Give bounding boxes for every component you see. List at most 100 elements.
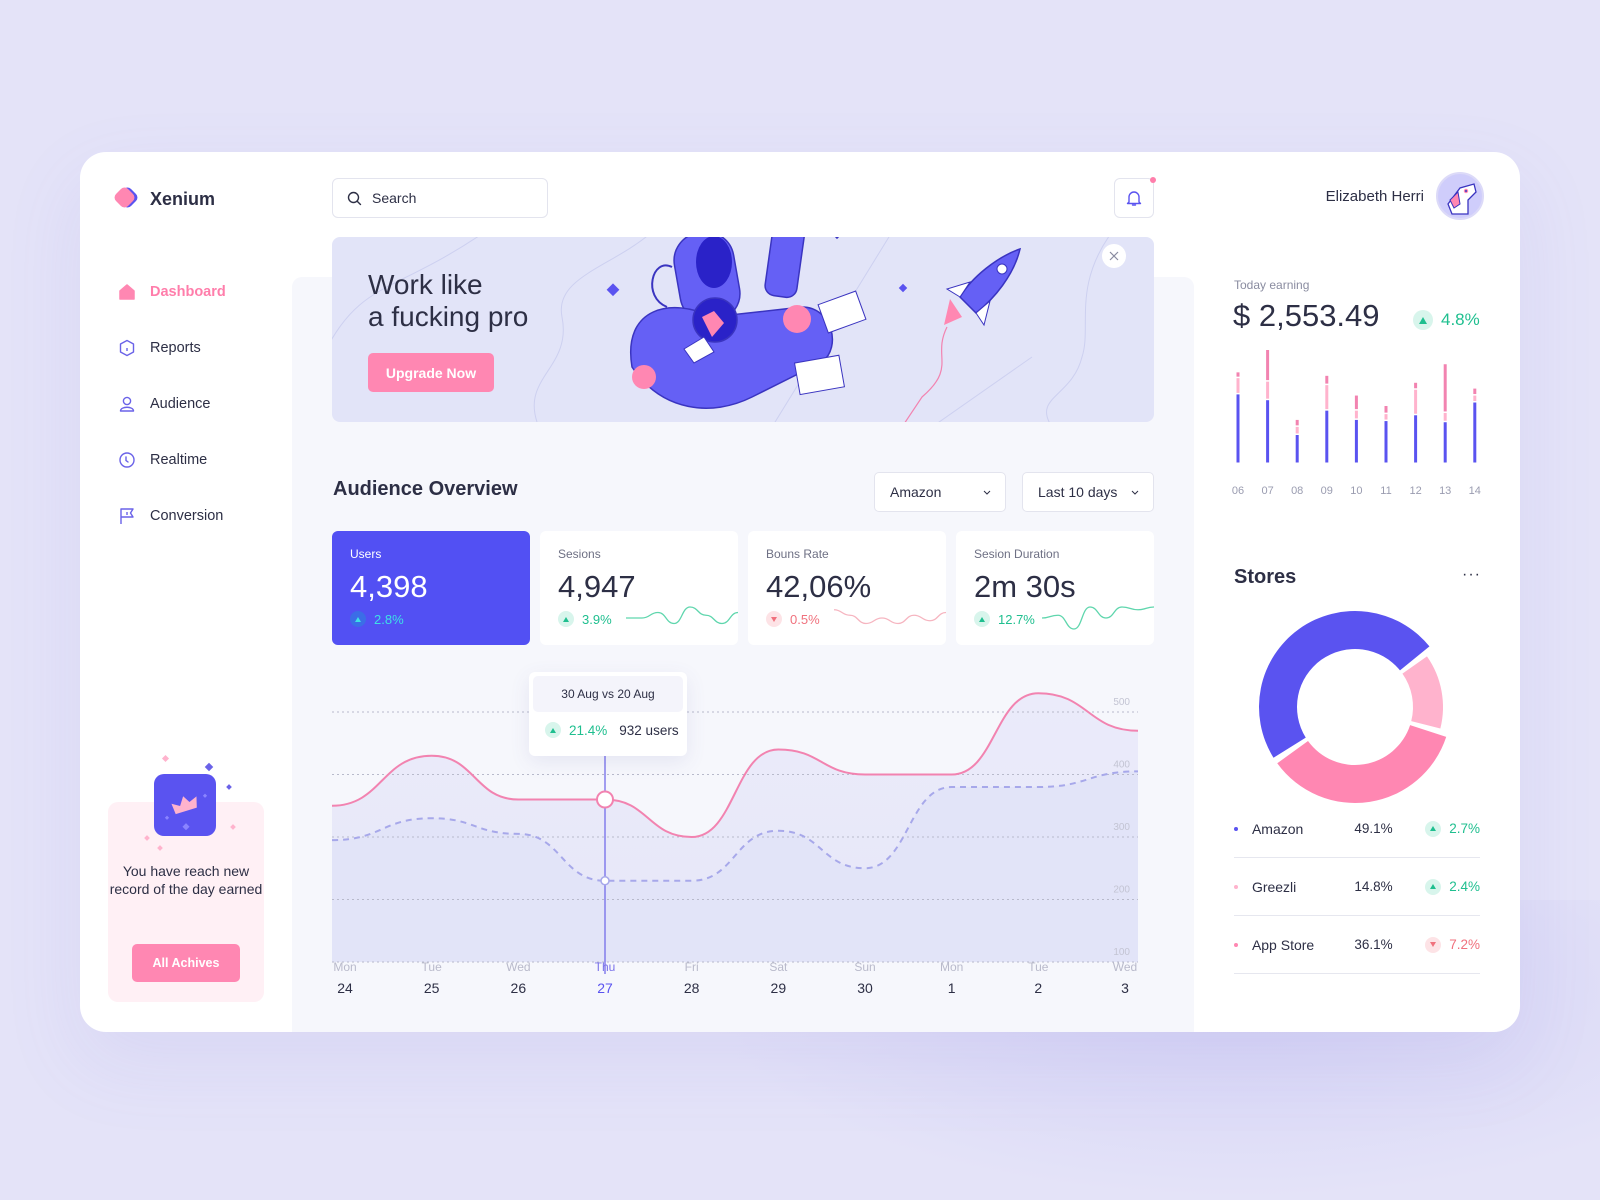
- sidebar-item-dashboard[interactable]: Dashboard: [118, 264, 226, 320]
- search-icon: [347, 191, 362, 205]
- bar-top-13: [1443, 364, 1447, 412]
- donut-slice-amazon[interactable]: [1259, 611, 1430, 758]
- sidebar-item-realtime[interactable]: Realtime: [118, 432, 226, 488]
- x-tick-date[interactable]: 24: [325, 980, 365, 996]
- sidebar-item-label: Realtime: [150, 452, 208, 468]
- trend-up-icon: [545, 722, 561, 738]
- store-name: Greezli: [1251, 878, 1297, 895]
- bar-top-14: [1473, 388, 1477, 395]
- bar-top-11: [1384, 406, 1388, 413]
- store-row[interactable]: Greezli 14.8% 2.4%: [1234, 858, 1480, 916]
- store-filter-value: Amazon: [890, 484, 942, 500]
- notifications-button[interactable]: [1114, 177, 1156, 218]
- stat-label: Users: [350, 547, 382, 561]
- home-icon: [118, 283, 136, 301]
- x-tick-day: Thu: [594, 960, 616, 974]
- bar-top-06: [1236, 372, 1240, 377]
- stat-card-users[interactable]: Users 4,398 2.8%: [332, 531, 530, 645]
- x-tick-date[interactable]: 27: [585, 980, 625, 996]
- sidebar-item-reports[interactable]: Reports: [118, 320, 226, 376]
- bar-mid-10: [1354, 410, 1358, 419]
- sparkle-icon: [161, 754, 170, 763]
- bar-base-09: [1325, 410, 1329, 463]
- x-tick-date[interactable]: 30: [845, 980, 885, 996]
- date-range-value: Last 10 days: [1038, 484, 1118, 500]
- chart-tooltip: 30 Aug vs 20 Aug 21.4% 932 users: [529, 672, 687, 756]
- y-tick-label: 300: [1113, 822, 1130, 833]
- stat-value: 2m 30s: [974, 569, 1076, 604]
- bar-base-14: [1473, 402, 1477, 463]
- x-tick-date[interactable]: 2: [1018, 980, 1058, 996]
- x-tick-day: Wed: [1112, 960, 1138, 974]
- store-delta-value: 2.4%: [1449, 879, 1480, 894]
- x-tick-date[interactable]: 29: [758, 980, 798, 996]
- store-filter-dropdown[interactable]: Amazon: [874, 472, 1006, 512]
- sessions-sparkline: [626, 606, 738, 625]
- stat-card-session-duration[interactable]: Sesion Duration 2m 30s 12.7%: [956, 531, 1154, 645]
- astronaut-illustration: [629, 237, 867, 409]
- tooltip-users: 932 users: [619, 722, 679, 738]
- trend-up-icon: [1413, 310, 1433, 330]
- brand[interactable]: Xenium: [112, 185, 215, 210]
- x-tick-date[interactable]: 25: [412, 980, 452, 996]
- bar-base-08: [1295, 435, 1299, 463]
- x-tick-label: 06: [1232, 485, 1244, 497]
- y-tick-label: 100: [1113, 947, 1130, 958]
- x-tick-date[interactable]: 1: [932, 980, 972, 996]
- chevron-down-icon: [983, 490, 991, 495]
- x-tick-label: 14: [1469, 485, 1481, 497]
- sparkle-icon: [226, 784, 232, 790]
- audience-line-chart[interactable]: 500 400 300 200 100: [332, 672, 1172, 992]
- upgrade-now-button[interactable]: Upgrade Now: [368, 353, 494, 392]
- bar-base-07: [1266, 400, 1270, 463]
- store-share: 49.1%: [1354, 821, 1393, 836]
- bar-base-12: [1414, 415, 1418, 463]
- x-tick-date[interactable]: 28: [672, 980, 712, 996]
- stat-delta-value: 2.8%: [374, 611, 404, 627]
- avatar[interactable]: [1436, 172, 1484, 220]
- data-point-current[interactable]: [596, 790, 614, 809]
- x-tick-day: Sat: [769, 960, 788, 974]
- date-range-dropdown[interactable]: Last 10 days: [1022, 472, 1154, 512]
- sidebar-item-conversion[interactable]: Conversion: [118, 488, 226, 544]
- x-tick-label: 13: [1439, 485, 1451, 497]
- search-box[interactable]: [332, 178, 548, 218]
- store-row[interactable]: Amazon 49.1% 2.7%: [1234, 800, 1480, 858]
- legend-dot: [1234, 942, 1238, 947]
- x-tick-label: 09: [1321, 485, 1333, 497]
- dashboard-window: Xenium Dashboard Reports Audience Realti…: [80, 152, 1520, 1032]
- bar-mid-08: [1295, 426, 1299, 434]
- all-achievements-button[interactable]: All Achives: [132, 944, 240, 982]
- trend-up-icon: [974, 611, 990, 627]
- bar-top-07: [1266, 350, 1270, 381]
- y-tick-label: 400: [1113, 760, 1130, 771]
- bar-top-10: [1354, 395, 1358, 410]
- bell-icon: [1126, 191, 1142, 206]
- sidebar-item-audience[interactable]: Audience: [118, 376, 226, 432]
- search-input[interactable]: [372, 190, 522, 206]
- tooltip-title: 30 Aug vs 20 Aug: [533, 676, 683, 712]
- x-tick-date[interactable]: 26: [498, 980, 538, 996]
- banner-close-button[interactable]: [1102, 244, 1126, 268]
- stat-card-sessions[interactable]: Sesions 4,947 3.9%: [540, 531, 738, 645]
- store-delta-value: 7.2%: [1449, 937, 1480, 952]
- bar-top-09: [1325, 375, 1329, 384]
- user-icon: [118, 395, 136, 413]
- stat-label: Sesions: [558, 547, 601, 561]
- bar-top-08: [1295, 419, 1299, 426]
- x-tick-date[interactable]: 3: [1105, 980, 1145, 996]
- chevron-down-icon: [1131, 490, 1139, 495]
- bar-mid-09: [1325, 385, 1329, 410]
- user-menu[interactable]: Elizabeth Herri: [1326, 172, 1484, 220]
- store-row[interactable]: App Store 36.1% 7.2%: [1234, 916, 1480, 974]
- stores-donut-chart: [1259, 611, 1447, 803]
- stat-card-bounce-rate[interactable]: Bouns Rate 42,06% 0.5%: [748, 531, 946, 645]
- x-tick-day: Wed: [506, 960, 531, 974]
- hexagon-icon: [118, 339, 136, 357]
- data-point-previous[interactable]: [600, 876, 610, 886]
- bar-mid-12: [1414, 389, 1418, 414]
- x-tick-day: Mon: [939, 960, 964, 974]
- donut-slice-greezli[interactable]: [1402, 656, 1443, 729]
- more-options-button[interactable]: ···: [1462, 566, 1481, 584]
- sidebar-item-label: Conversion: [150, 508, 224, 524]
